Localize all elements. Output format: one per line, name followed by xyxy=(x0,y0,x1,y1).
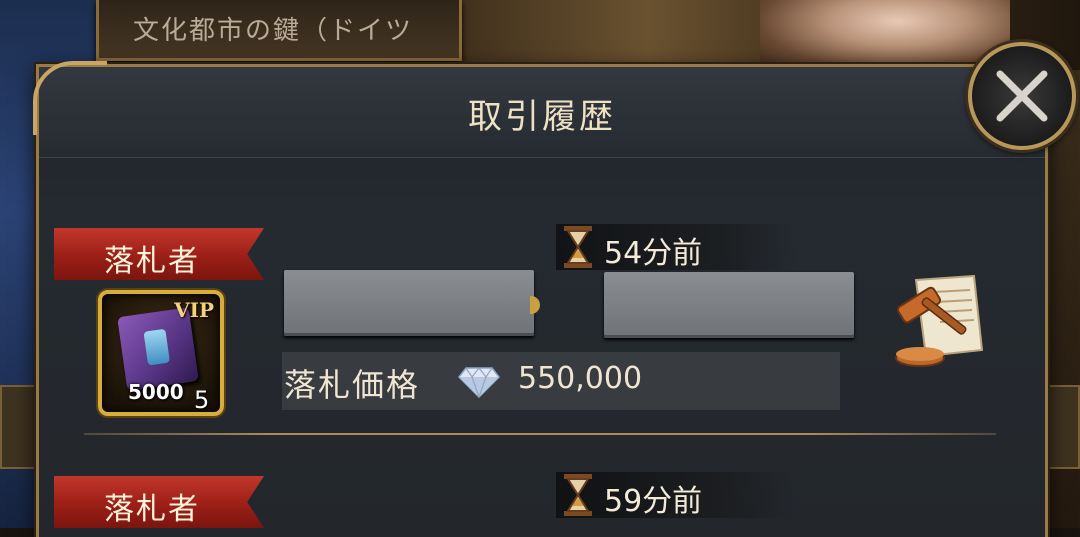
winner-ribbon: 落札者 xyxy=(54,476,264,528)
time-ago: 59分前 xyxy=(604,484,703,519)
background-banner-text: 文化都市の鍵（ドイツ xyxy=(133,16,414,46)
dialog-header: 取引履歴 xyxy=(33,61,1045,158)
time-ago: 54分前 xyxy=(604,236,703,271)
close-x-icon xyxy=(996,70,1048,122)
item-count: 5 xyxy=(194,386,210,414)
price-bar: 落札価格 550,000 xyxy=(282,352,840,410)
time-indicator: 54分前 xyxy=(556,224,796,271)
vip-badge: VIP xyxy=(174,298,214,322)
item-quantity: 5000 xyxy=(128,380,184,404)
seller-name-slot xyxy=(284,270,534,336)
background-left-tab xyxy=(0,385,40,469)
hourglass-icon xyxy=(564,226,592,268)
close-button[interactable] xyxy=(968,42,1076,150)
hourglass-icon xyxy=(564,474,592,516)
winner-ribbon-label: 落札者 xyxy=(104,244,200,279)
dialog-title: 取引履歴 xyxy=(468,97,616,137)
background-banner: 文化都市の鍵（ドイツ xyxy=(96,0,462,61)
winner-ribbon: 落札者 xyxy=(54,228,264,280)
buyer-name-slot xyxy=(604,272,854,338)
item-icon[interactable]: VIP 5000 5 xyxy=(98,290,224,416)
price-value: 550,000 xyxy=(518,361,643,396)
auction-gavel-icon[interactable] xyxy=(886,272,986,372)
background-portrait xyxy=(760,0,1010,70)
price-label: 落札価格 xyxy=(284,366,421,404)
diamond-icon xyxy=(458,367,500,398)
row-divider xyxy=(84,433,996,435)
time-indicator: 59分前 xyxy=(556,472,796,519)
winner-ribbon-label: 落札者 xyxy=(104,492,200,527)
